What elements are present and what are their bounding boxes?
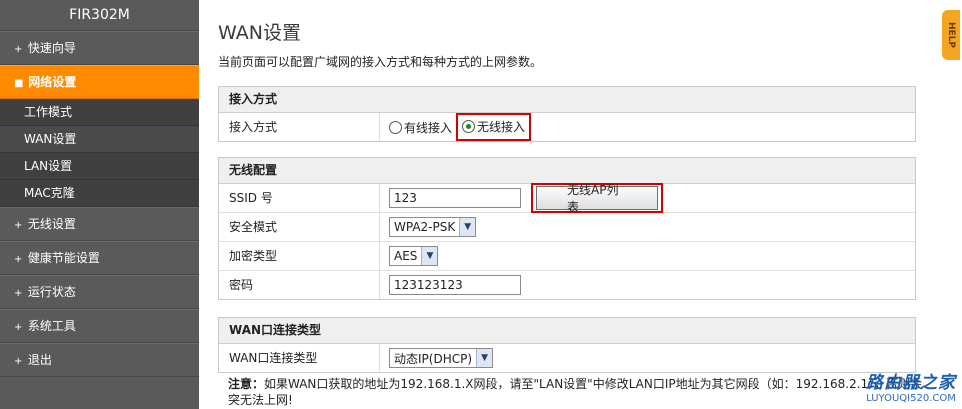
nav-item-quick-wizard[interactable]: + 快速向导 (0, 31, 199, 65)
sub-item-mac-clone[interactable]: MAC克隆 (0, 180, 199, 207)
help-label: HELP (946, 21, 957, 49)
wan-type-section: WAN口连接类型 WAN口连接类型 动态IP(DHCP) ▼ (218, 317, 916, 373)
select-value: WPA2-PSK (394, 220, 456, 234)
watermark: 路由器之家 LUYOUQI520.COM (862, 368, 960, 404)
page-description: 当前页面可以配置广域网的接入方式和每种方式的上网参数。 (218, 55, 543, 69)
encryption-controls: AES ▼ (389, 242, 439, 270)
page-title: WAN设置 (218, 22, 301, 44)
nav-item-label: 运行状态 (27, 285, 76, 299)
radio-checked-icon (462, 120, 476, 133)
nav-item-label: 无线设置 (27, 217, 76, 231)
field-label: WAN口连接类型 (229, 351, 318, 365)
help-tab[interactable]: HELP (942, 10, 960, 60)
nav-item-network-settings[interactable]: ■ 网络设置 (0, 65, 199, 99)
chevron-down-icon: ▼ (459, 218, 476, 236)
radio-label: 有线接入 (404, 120, 453, 135)
radio-icon (389, 120, 402, 134)
password-row: 密码 (219, 271, 915, 299)
wan-type-select[interactable]: 动态IP(DHCP) ▼ (389, 348, 494, 368)
field-label: 安全模式 (229, 220, 278, 234)
row-divider (379, 271, 380, 299)
brand-label: FIR302M (0, 0, 199, 31)
notice-body-continued: 突无法上网! (228, 393, 293, 407)
nav-item-wireless-settings[interactable]: + 无线设置 (0, 207, 199, 241)
chevron-down-icon: ▼ (476, 349, 493, 367)
nav-item-label: 快速向导 (27, 41, 76, 55)
notice-prefix: 注意： (228, 377, 265, 391)
encryption-select[interactable]: AES ▼ (389, 246, 439, 266)
radio-label: 无线接入 (477, 120, 526, 134)
plus-icon: + (14, 44, 23, 55)
nav-item-run-status[interactable]: + 运行状态 (0, 275, 199, 309)
nav-item-logout[interactable]: + 退出 (0, 343, 199, 377)
sidebar: FIR302M + 快速向导 ■ 网络设置 工作模式 WAN设置 LAN设置 M… (0, 0, 199, 409)
wired-access-radio[interactable]: 有线接入 (389, 119, 452, 136)
nav-item-power-saving[interactable]: + 健康节能设置 (0, 241, 199, 275)
nav-item-system-tools[interactable]: + 系统工具 (0, 309, 199, 343)
field-label: 密码 (229, 278, 254, 292)
plus-icon: + (14, 322, 23, 333)
sub-item-work-mode[interactable]: 工作模式 (0, 99, 199, 126)
access-mode-options: 有线接入 无线接入 (389, 113, 532, 141)
access-mode-row: 接入方式 有线接入 无线接入 (219, 113, 915, 141)
wan-type-controls: 动态IP(DHCP) ▼ (389, 344, 494, 372)
notice-body: 如果WAN口获取的地址为192.168.1.X网段，请至"LAN设置"中修改LA… (264, 377, 923, 391)
security-mode-controls: WPA2-PSK ▼ (389, 213, 477, 241)
section-heading: WAN口连接类型 (219, 318, 915, 344)
row-divider (379, 344, 380, 372)
square-icon: ■ (14, 78, 24, 89)
security-mode-row: 安全模式 WPA2-PSK ▼ (219, 213, 915, 242)
wireless-config-section: 无线配置 SSID 号 无线AP列表 安全模式 WPA2-PSK ▼ 加密类型 (218, 157, 916, 300)
password-input[interactable] (389, 275, 521, 295)
select-value: AES (394, 249, 418, 263)
wan-type-row: WAN口连接类型 动态IP(DHCP) ▼ (219, 344, 915, 372)
chevron-down-icon: ▼ (421, 247, 438, 265)
highlight-box: 无线AP列表 (531, 183, 663, 214)
plus-icon: + (14, 254, 23, 265)
nav-item-label: 系统工具 (27, 319, 76, 333)
ssid-row: SSID 号 无线AP列表 (219, 183, 915, 214)
password-controls (389, 271, 521, 299)
select-value: 动态IP(DHCP) (394, 351, 473, 366)
ssid-input[interactable] (389, 188, 521, 208)
row-divider (379, 242, 380, 270)
sub-item-wan-settings[interactable]: WAN设置 (0, 126, 199, 153)
plus-icon: + (14, 220, 23, 231)
security-mode-select[interactable]: WPA2-PSK ▼ (389, 217, 477, 237)
encryption-row: 加密类型 AES ▼ (219, 242, 915, 271)
watermark-title: 路由器之家 (866, 373, 956, 393)
section-heading: 接入方式 (219, 87, 915, 113)
ssid-controls: 无线AP列表 (389, 183, 663, 214)
highlight-box: 无线接入 (456, 113, 532, 141)
sub-item-lan-settings[interactable]: LAN设置 (0, 153, 199, 180)
row-divider (379, 213, 380, 241)
field-label: 接入方式 (229, 120, 278, 134)
access-mode-section: 接入方式 接入方式 有线接入 无线接入 (218, 86, 916, 142)
main-content: WAN设置 当前页面可以配置广域网的接入方式和每种方式的上网参数。 接入方式 接… (218, 0, 922, 409)
row-divider (379, 184, 380, 212)
field-label: 加密类型 (229, 249, 278, 263)
row-divider (379, 113, 380, 141)
nav-item-label: 退出 (27, 353, 52, 367)
field-label: SSID 号 (229, 191, 273, 205)
ap-list-button[interactable]: 无线AP列表 (536, 183, 658, 214)
plus-icon: + (14, 356, 23, 367)
nav-item-label: 网络设置 (28, 75, 77, 89)
watermark-url: LUYOUQI520.COM (866, 393, 956, 404)
nav-item-label: 健康节能设置 (27, 251, 100, 265)
plus-icon: + (14, 288, 23, 299)
wireless-access-radio[interactable]: 无线接入 (462, 118, 525, 135)
notice-text: 注意：如果WAN口获取的地址为192.168.1.X网段，请至"LAN设置"中修… (228, 376, 928, 408)
